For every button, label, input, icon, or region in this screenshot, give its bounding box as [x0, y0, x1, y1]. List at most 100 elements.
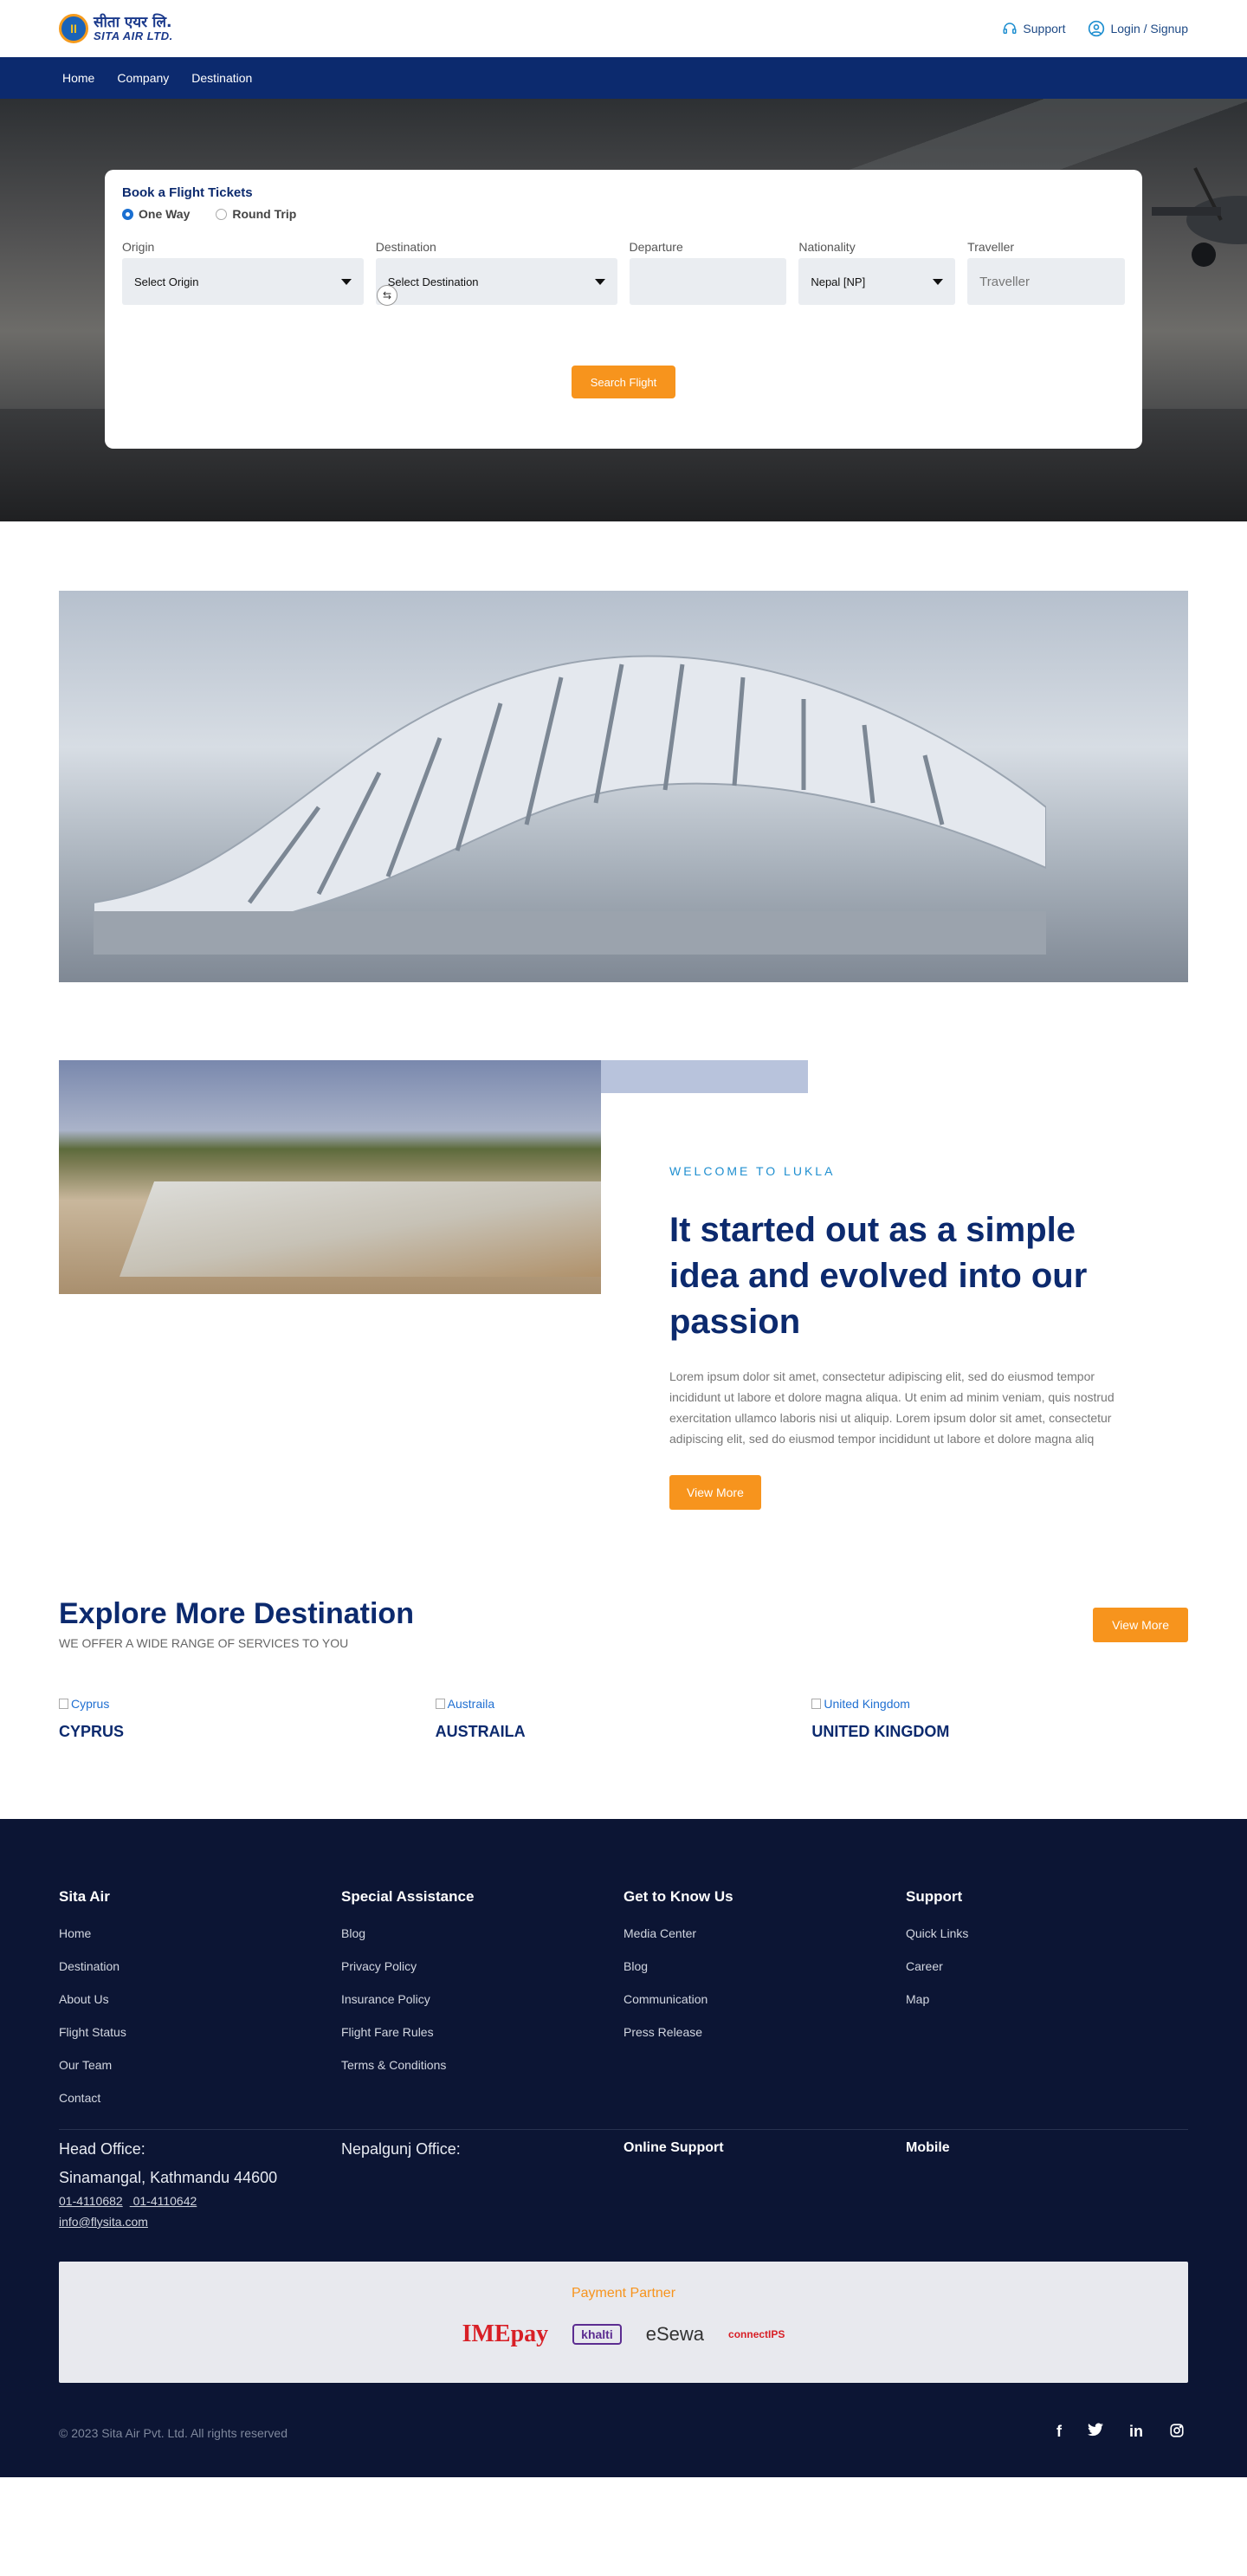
airport-building-illustration: [94, 655, 1046, 955]
nationality-field: Nationality Nepal [NP]: [798, 240, 956, 305]
logo-native-text: सीता एयर लि.: [94, 14, 172, 31]
facebook-icon[interactable]: f: [1056, 2423, 1062, 2443]
swap-route-icon[interactable]: ⇆: [377, 285, 397, 306]
nationality-select[interactable]: Nepal [NP]: [798, 258, 956, 305]
top-bar: II सीता एयर लि. SITA AIR LTD. Support Lo…: [0, 0, 1247, 57]
footer-link[interactable]: Blog: [624, 1959, 906, 1973]
radio-selected-icon: [122, 208, 133, 220]
support-link[interactable]: Support: [1002, 21, 1065, 36]
social-links: f in: [1056, 2423, 1185, 2443]
footer-link-columns: Sita Air Home Destination About Us Fligh…: [59, 1888, 1188, 2124]
login-signup-link[interactable]: Login / Signup: [1088, 20, 1188, 37]
footer-heading: Special Assistance: [341, 1888, 475, 1905]
mobile-heading: Mobile: [906, 2140, 950, 2155]
instagram-icon[interactable]: [1169, 2423, 1185, 2443]
footer-bottom-bar: © 2023 Sita Air Pvt. Ltd. All rights res…: [59, 2423, 1188, 2443]
main-nav: Home Company Destination: [0, 57, 1247, 99]
footer-link[interactable]: Our Team: [59, 2058, 341, 2072]
destination-image: United Kingdom: [811, 1697, 1188, 1711]
destination-card-austraila[interactable]: Austraila AUSTRAILA: [435, 1697, 812, 1741]
footer-col-support: Support Quick Links Career Map: [906, 1888, 1188, 2124]
departure-label: Departure: [629, 240, 683, 254]
footer-link[interactable]: Contact: [59, 2091, 341, 2105]
linkedin-icon[interactable]: in: [1129, 2423, 1143, 2443]
traveller-field: Traveller Traveller: [967, 240, 1125, 305]
origin-select[interactable]: Select Origin: [122, 258, 364, 305]
footer-link[interactable]: Press Release: [624, 2025, 906, 2039]
search-flight-button[interactable]: Search Flight: [572, 366, 675, 398]
destinations-view-more-button[interactable]: View More: [1093, 1608, 1188, 1642]
phone-link-2[interactable]: 01-4110642: [133, 2194, 197, 2208]
online-support-block: Online Support: [624, 2140, 906, 2229]
logo[interactable]: II सीता एयर लि. SITA AIR LTD.: [59, 14, 173, 43]
airport-banner-image: [59, 591, 1188, 982]
nav-item-destination[interactable]: Destination: [191, 71, 252, 85]
login-label: Login / Signup: [1110, 22, 1188, 36]
phone-link-1[interactable]: 01-4110682: [59, 2194, 123, 2208]
footer-link[interactable]: Communication: [624, 1992, 906, 2006]
head-office-block: Head Office: Sinamangal, Kathmandu 44600…: [59, 2140, 341, 2229]
broken-image-icon: [811, 1699, 822, 1709]
footer-link[interactable]: Home: [59, 1926, 341, 1940]
welcome-heading: It started out as a simple idea and evol…: [669, 1211, 1088, 1341]
booking-title: Book a Flight Tickets: [122, 185, 253, 200]
footer-link[interactable]: Quick Links: [906, 1926, 1188, 1940]
destination-name: CYPRUS: [59, 1723, 125, 1740]
footer-link[interactable]: Flight Status: [59, 2025, 341, 2039]
departure-input[interactable]: [629, 258, 787, 305]
destination-label: Destination: [375, 240, 436, 254]
origin-label: Origin: [122, 240, 155, 254]
footer-link[interactable]: Media Center: [624, 1926, 906, 1940]
footer-contact-row: Head Office: Sinamangal, Kathmandu 44600…: [59, 2140, 1188, 2229]
footer-link[interactable]: About Us: [59, 1992, 341, 2006]
footer-heading: Sita Air: [59, 1888, 110, 1905]
connectips-logo: connectIPS: [728, 2328, 785, 2340]
footer-link[interactable]: Flight Fare Rules: [341, 2025, 624, 2039]
mobile-block: Mobile: [906, 2140, 1188, 2229]
footer-link[interactable]: Map: [906, 1992, 1188, 2006]
payment-partner-title: Payment Partner: [571, 2286, 676, 2301]
footer-link[interactable]: Blog: [341, 1926, 624, 1940]
footer-link[interactable]: Career: [906, 1959, 1188, 1973]
welcome-text-block: WELCOME TO LUKLA It started out as a sim…: [669, 1164, 1120, 1510]
trip-type-round-trip[interactable]: Round Trip: [216, 207, 296, 221]
nav-item-home[interactable]: Home: [62, 71, 94, 85]
broken-image-icon: [59, 1699, 68, 1709]
nationality-label: Nationality: [798, 240, 856, 254]
traveller-input[interactable]: Traveller: [967, 258, 1125, 305]
nepalgunj-office-block: Nepalgunj Office:: [341, 2140, 624, 2229]
footer-link[interactable]: Destination: [59, 1959, 341, 1973]
destination-image: Cyprus: [59, 1697, 436, 1711]
esewa-logo: eSewa: [645, 2323, 705, 2345]
footer-col-special-assistance: Special Assistance Blog Privacy Policy I…: [341, 1888, 624, 2124]
headset-icon: [1002, 21, 1018, 36]
destination-image: Austraila: [435, 1697, 812, 1711]
twitter-icon[interactable]: [1088, 2423, 1103, 2443]
copyright-text: © 2023 Sita Air Pvt. Ltd. All rights res…: [59, 2425, 288, 2440]
user-icon: [1088, 20, 1105, 37]
nav-item-company[interactable]: Company: [117, 71, 169, 85]
footer-link[interactable]: Terms & Conditions: [341, 2058, 624, 2072]
origin-field: Origin Select Origin: [122, 240, 364, 305]
destination-cards: Cyprus CYPRUS Austraila AUSTRAILA United…: [59, 1697, 1188, 1741]
destination-name: AUSTRAILA: [435, 1723, 526, 1740]
welcome-view-more-button[interactable]: View More: [669, 1475, 761, 1510]
destination-field: Destination Select Destination: [375, 240, 617, 305]
head-office-address: Sinamangal, Kathmandu 44600: [59, 2169, 278, 2186]
payment-logos: IMEpay khalti eSewa connectIPS: [59, 2320, 1188, 2348]
destination-card-cyprus[interactable]: Cyprus CYPRUS: [59, 1697, 436, 1741]
booking-form: Book a Flight Tickets One Way Round Trip…: [105, 170, 1142, 449]
footer-heading: Support: [906, 1888, 963, 1905]
dropdown-caret-icon: [594, 278, 605, 285]
broken-image-icon: [435, 1699, 445, 1709]
destination-select[interactable]: Select Destination: [375, 258, 617, 305]
destination-card-united-kingdom[interactable]: United Kingdom UNITED KINGDOM: [811, 1697, 1188, 1741]
footer-link[interactable]: Insurance Policy: [341, 1992, 624, 2006]
destinations-subtitle: WE OFFER A WIDE RANGE OF SERVICES TO YOU: [59, 1636, 349, 1650]
footer-link[interactable]: Privacy Policy: [341, 1959, 624, 1973]
footer-col-get-to-know-us: Get to Know Us Media Center Blog Communi…: [624, 1888, 906, 2124]
email-link[interactable]: info@flysita.com: [59, 2215, 341, 2229]
destination-name: UNITED KINGDOM: [811, 1723, 950, 1740]
dropdown-caret-icon: [340, 278, 352, 285]
trip-type-one-way[interactable]: One Way: [122, 207, 190, 221]
